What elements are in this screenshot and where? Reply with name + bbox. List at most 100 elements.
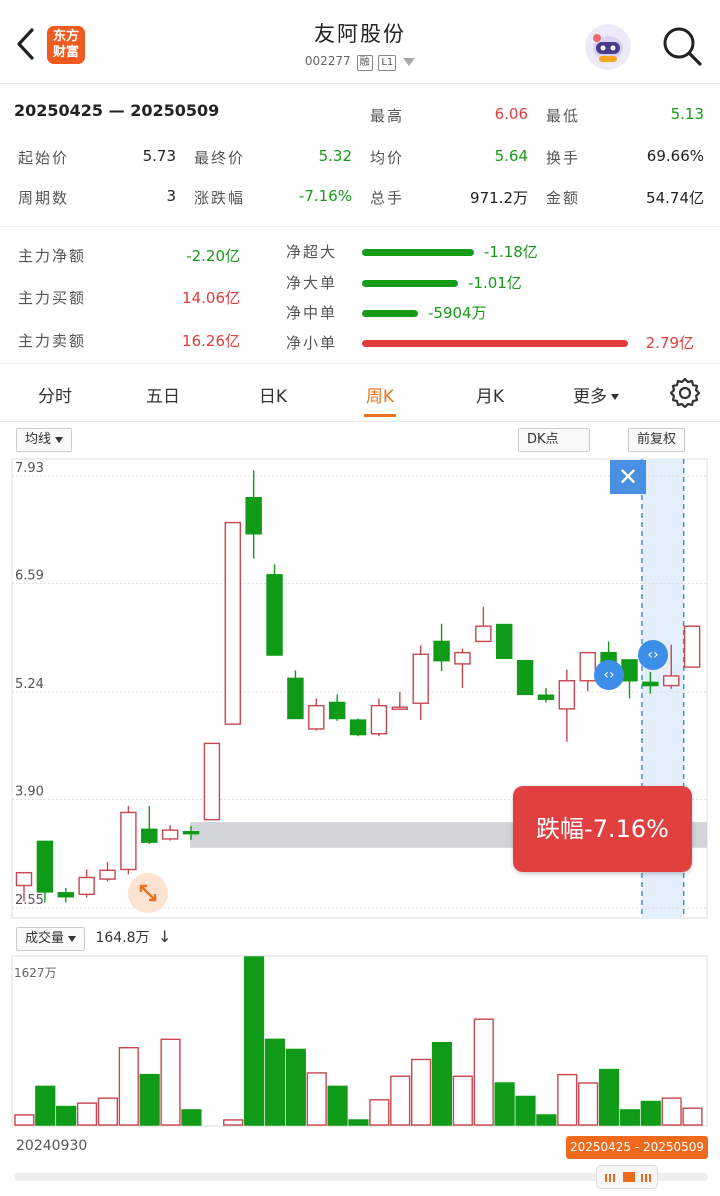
range-right-handle[interactable]: ‹› (638, 640, 668, 670)
volume-bar (369, 1099, 390, 1126)
ma-selector-label: 均线 (25, 432, 52, 447)
chart-tabs: 分时 五日 日K 周K 月K 更多 (0, 364, 720, 422)
volume-chart (11, 955, 708, 1127)
candle-body (495, 623, 513, 659)
high-value: 6.06 (494, 105, 528, 123)
y-tick-label: 6.59 (15, 569, 44, 584)
change-label: 涨跌幅 (194, 189, 246, 207)
chevron-down-icon (611, 394, 619, 400)
arrow-down-icon: ↓ (158, 927, 172, 946)
volume-bar (536, 1114, 557, 1126)
flow-item-label: 净中单 (286, 304, 338, 322)
adjust-selector[interactable]: 前复权 (628, 428, 686, 452)
candle-body (266, 574, 283, 656)
gear-icon[interactable] (668, 376, 702, 410)
periods-value: 3 (166, 187, 176, 205)
main-buy-label: 主力买额 (18, 289, 87, 307)
main-sell-value: 16.26亿 (182, 332, 240, 350)
tab-3[interactable]: 周K (340, 382, 420, 407)
avg-value: 5.64 (494, 147, 528, 165)
close-label: 最终价 (194, 149, 246, 167)
flow-item-value: 2.79亿 (645, 334, 694, 352)
y-tick-label: 5.24 (15, 677, 44, 692)
open-label: 起始价 (18, 149, 70, 167)
candle-body (391, 706, 409, 710)
volume-bar (431, 1041, 453, 1126)
candle-body (161, 829, 179, 840)
candle-body (57, 892, 74, 898)
candle-body (537, 694, 555, 700)
volume-bar (306, 1072, 327, 1126)
flow-item-value: -1.18亿 (484, 243, 538, 261)
candle-body (683, 625, 701, 668)
expand-button[interactable] (128, 873, 168, 913)
flow-item-label: 净大单 (286, 274, 338, 292)
volume-bar (515, 1095, 536, 1126)
period-summary: 20250425 — 20250509 最高 6.06 最低 5.13 起始价 … (0, 85, 720, 227)
expand-icon (139, 884, 157, 902)
selected-range-tag: 20250425 - 20250509 (566, 1136, 708, 1159)
candle-body (579, 651, 596, 682)
margin-tag: 融 (356, 55, 373, 71)
tab-0[interactable]: 分时 (15, 382, 95, 407)
top-header: 东方 财富 友阿股份 002277 融 L1 (0, 0, 720, 84)
candle-body (182, 831, 200, 835)
candle-body (99, 869, 116, 880)
volume-bar (35, 1085, 56, 1126)
candle-body (328, 701, 346, 720)
volume-bar (160, 1038, 181, 1126)
tab-2[interactable]: 日K (233, 382, 313, 407)
volume-bar (557, 1073, 578, 1126)
search-icon[interactable] (660, 24, 704, 68)
flow-item-bar (362, 280, 458, 287)
volume-bar (598, 1068, 620, 1126)
volume-bar (181, 1109, 202, 1126)
volume-bar (640, 1100, 661, 1126)
y-tick-label: 2.55 (15, 893, 44, 908)
active-tab-underline (364, 414, 396, 417)
volume-bar (682, 1107, 703, 1126)
volume-indicator-selector[interactable]: 成交量 (16, 927, 86, 951)
tab-1[interactable]: 五日 (123, 382, 203, 407)
volume-bar (56, 1105, 77, 1126)
volume-bar (473, 1018, 494, 1126)
tab-5[interactable]: 更多 (556, 382, 636, 407)
adjust-label: 前复权 (637, 432, 677, 447)
avg-label: 均价 (370, 149, 405, 167)
candle-body (621, 659, 638, 682)
amount-value: 54.74亿 (646, 189, 704, 207)
main-net-value: -2.20亿 (186, 247, 240, 265)
volume-current-value: 164.8万 (95, 930, 150, 946)
close-selection-button[interactable]: ✕ (610, 460, 646, 494)
candle-body (516, 659, 534, 696)
flow-item-value: -1.01亿 (468, 274, 522, 292)
volume-bar (661, 1097, 682, 1126)
flow-item-label: 净超大 (286, 243, 338, 261)
dk-point-selector[interactable]: DK点 (518, 428, 590, 452)
period-range: 20250425 — 20250509 (14, 101, 220, 120)
ma-selector[interactable]: 均线 (16, 428, 73, 452)
candle-body (642, 681, 659, 687)
volume-bar (285, 1048, 306, 1126)
candle-body (78, 876, 95, 896)
close-value: 5.32 (318, 147, 352, 165)
volume-bar (243, 956, 265, 1126)
stock-code: 002277 (304, 54, 351, 68)
tab-4[interactable]: 月K (450, 382, 530, 407)
volume-bar (76, 1102, 98, 1126)
main-buy-value: 14.06亿 (182, 289, 240, 307)
change-tooltip: 跌幅-7.16% (513, 786, 692, 872)
amount-label: 金额 (546, 189, 581, 207)
timeline-current-marker (623, 1172, 635, 1182)
candle-body (454, 651, 471, 665)
volume-header: 成交量 164.8万 ↓ (16, 927, 171, 951)
flow-item-label: 净小单 (286, 334, 338, 352)
volume-bar (223, 1119, 244, 1126)
candle-body (558, 680, 576, 710)
volume-bar (494, 1082, 515, 1126)
main-net-label: 主力净额 (18, 247, 87, 265)
robot-assistant-icon[interactable] (585, 24, 631, 70)
volume-bar (139, 1073, 160, 1126)
axis-start-date: 20240930 (16, 1138, 88, 1154)
range-left-handle[interactable]: ‹› (594, 660, 624, 690)
